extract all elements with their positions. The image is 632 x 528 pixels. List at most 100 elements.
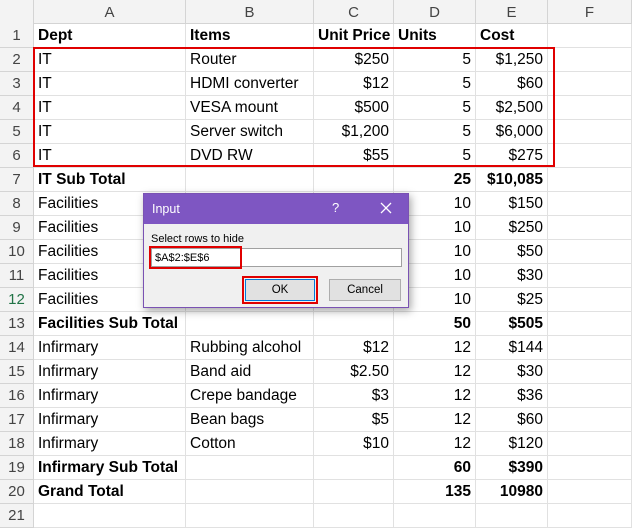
dialog-title-bar[interactable]: Input ? — [144, 194, 408, 224]
cell-f15[interactable] — [548, 360, 632, 384]
cell-f5[interactable] — [548, 120, 632, 144]
cell-f20[interactable] — [548, 480, 632, 504]
cell-e15[interactable]: $30 — [476, 360, 548, 384]
cell-f18[interactable] — [548, 432, 632, 456]
cell-a15[interactable]: Infirmary — [34, 360, 186, 384]
cell-a13[interactable]: Facilities Sub Total — [34, 312, 186, 336]
cell-e19[interactable]: $390 — [476, 456, 548, 480]
cell-b18[interactable]: Cotton — [186, 432, 314, 456]
cell-f2[interactable] — [548, 48, 632, 72]
cell-f11[interactable] — [548, 264, 632, 288]
cell-e1[interactable]: Cost — [476, 24, 548, 48]
cell-b2[interactable]: Router — [186, 48, 314, 72]
row-header[interactable]: 21 — [0, 504, 34, 528]
cell-e10[interactable]: $50 — [476, 240, 548, 264]
row-header[interactable]: 20 — [0, 480, 34, 504]
cell-f7[interactable] — [548, 168, 632, 192]
cell-d6[interactable]: 5 — [394, 144, 476, 168]
column-header-c[interactable]: C — [314, 0, 394, 24]
cell-f4[interactable] — [548, 96, 632, 120]
cell-f3[interactable] — [548, 72, 632, 96]
row-header[interactable]: 14 — [0, 336, 34, 360]
cell-c16[interactable]: $3 — [314, 384, 394, 408]
cell-a3[interactable]: IT — [34, 72, 186, 96]
row-header[interactable]: 2 — [0, 48, 34, 72]
cell-c15[interactable]: $2.50 — [314, 360, 394, 384]
cell-e7[interactable]: $10,085 — [476, 168, 548, 192]
cell-b20[interactable] — [186, 480, 314, 504]
ok-button[interactable]: OK — [245, 279, 315, 301]
column-header-f[interactable]: F — [548, 0, 632, 24]
cell-b6[interactable]: DVD RW — [186, 144, 314, 168]
cell-e3[interactable]: $60 — [476, 72, 548, 96]
row-header[interactable]: 6 — [0, 144, 34, 168]
cell-d5[interactable]: 5 — [394, 120, 476, 144]
cell-e17[interactable]: $60 — [476, 408, 548, 432]
row-header[interactable]: 9 — [0, 216, 34, 240]
cell-f13[interactable] — [548, 312, 632, 336]
cell-c1[interactable]: Unit Price — [314, 24, 394, 48]
cell-c6[interactable]: $55 — [314, 144, 394, 168]
row-header[interactable]: 7 — [0, 168, 34, 192]
row-header[interactable]: 12 — [0, 288, 34, 312]
cell-c14[interactable]: $12 — [314, 336, 394, 360]
cell-e16[interactable]: $36 — [476, 384, 548, 408]
cell-f10[interactable] — [548, 240, 632, 264]
row-header[interactable]: 17 — [0, 408, 34, 432]
cell-a14[interactable]: Infirmary — [34, 336, 186, 360]
column-header-a[interactable]: A — [34, 0, 186, 24]
cell-b17[interactable]: Bean bags — [186, 408, 314, 432]
cell-d17[interactable]: 12 — [394, 408, 476, 432]
cell-a19[interactable]: Infirmary Sub Total — [34, 456, 186, 480]
select-all-corner[interactable] — [0, 0, 34, 24]
column-header-e[interactable]: E — [476, 0, 548, 24]
cell-a4[interactable]: IT — [34, 96, 186, 120]
cell-a21[interactable] — [34, 504, 186, 528]
row-header[interactable]: 13 — [0, 312, 34, 336]
row-header[interactable]: 18 — [0, 432, 34, 456]
cell-e12[interactable]: $25 — [476, 288, 548, 312]
cell-c2[interactable]: $250 — [314, 48, 394, 72]
cell-d18[interactable]: 12 — [394, 432, 476, 456]
cell-c20[interactable] — [314, 480, 394, 504]
cell-f17[interactable] — [548, 408, 632, 432]
cell-f9[interactable] — [548, 216, 632, 240]
help-icon[interactable]: ? — [332, 200, 339, 215]
cell-f21[interactable] — [548, 504, 632, 528]
cell-b14[interactable]: Rubbing alcohol — [186, 336, 314, 360]
cell-e18[interactable]: $120 — [476, 432, 548, 456]
cell-e13[interactable]: $505 — [476, 312, 548, 336]
column-header-b[interactable]: B — [186, 0, 314, 24]
cell-b15[interactable]: Band aid — [186, 360, 314, 384]
cell-c19[interactable] — [314, 456, 394, 480]
cell-a2[interactable]: IT — [34, 48, 186, 72]
cell-a1[interactable]: Dept — [34, 24, 186, 48]
cell-d16[interactable]: 12 — [394, 384, 476, 408]
cell-c5[interactable]: $1,200 — [314, 120, 394, 144]
row-header[interactable]: 3 — [0, 72, 34, 96]
cell-b5[interactable]: Server switch — [186, 120, 314, 144]
cell-c18[interactable]: $10 — [314, 432, 394, 456]
cell-a6[interactable]: IT — [34, 144, 186, 168]
cell-e4[interactable]: $2,500 — [476, 96, 548, 120]
cell-b1[interactable]: Items — [186, 24, 314, 48]
cell-d4[interactable]: 5 — [394, 96, 476, 120]
cell-c4[interactable]: $500 — [314, 96, 394, 120]
cell-a20[interactable]: Grand Total — [34, 480, 186, 504]
cell-f1[interactable] — [548, 24, 632, 48]
cell-b21[interactable] — [186, 504, 314, 528]
cell-e2[interactable]: $1,250 — [476, 48, 548, 72]
cancel-button[interactable]: Cancel — [329, 279, 401, 301]
cell-c7[interactable] — [314, 168, 394, 192]
cell-e5[interactable]: $6,000 — [476, 120, 548, 144]
cell-d7[interactable]: 25 — [394, 168, 476, 192]
cell-b13[interactable] — [186, 312, 314, 336]
cell-b16[interactable]: Crepe bandage — [186, 384, 314, 408]
cell-a7[interactable]: IT Sub Total — [34, 168, 186, 192]
row-header[interactable]: 1 — [0, 24, 34, 48]
row-header[interactable]: 16 — [0, 384, 34, 408]
cell-b3[interactable]: HDMI converter — [186, 72, 314, 96]
cell-d3[interactable]: 5 — [394, 72, 476, 96]
row-header[interactable]: 11 — [0, 264, 34, 288]
cell-c21[interactable] — [314, 504, 394, 528]
